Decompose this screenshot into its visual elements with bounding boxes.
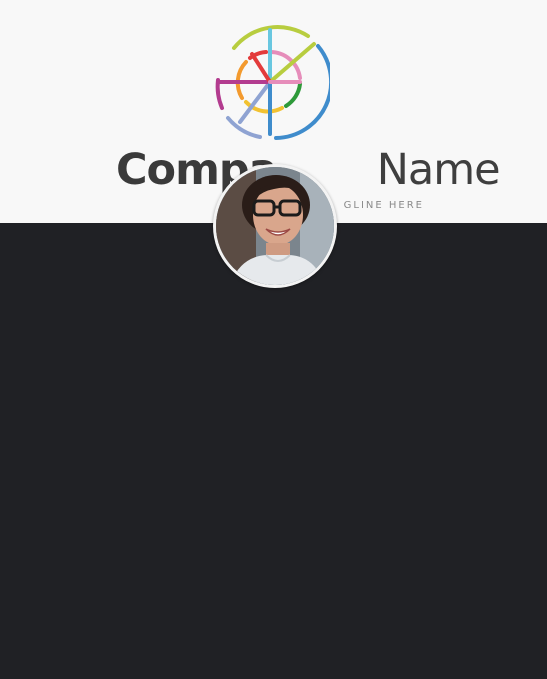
company-name-part-2: Name xyxy=(376,145,501,195)
company-logo-icon xyxy=(215,25,330,140)
page: Compa Name GLINE HERE xyxy=(0,0,547,679)
avatar-photo-icon xyxy=(216,167,334,285)
user-avatar[interactable] xyxy=(213,164,337,288)
